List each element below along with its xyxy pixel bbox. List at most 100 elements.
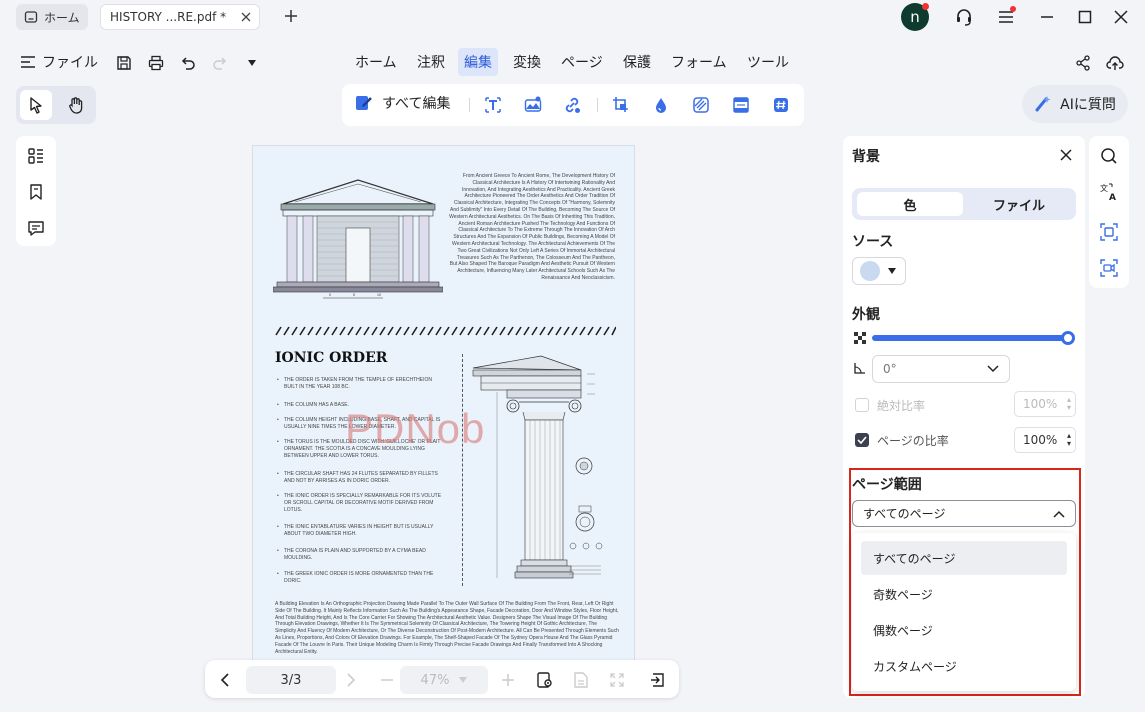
option-custom-pages[interactable]: カスタムページ bbox=[861, 649, 1067, 683]
file-menu[interactable]: ファイル bbox=[20, 52, 98, 72]
scan-ocr-icon[interactable] bbox=[1098, 221, 1120, 243]
option-even-pages[interactable]: 偶数ページ bbox=[861, 613, 1067, 647]
redo-icon[interactable] bbox=[209, 52, 231, 74]
temple-elevation-drawing: 0 5 10 bbox=[273, 176, 443, 301]
tab-convert[interactable]: 変換 bbox=[507, 48, 547, 76]
zoom-out-icon[interactable] bbox=[377, 670, 397, 690]
intro-paragraph: From Ancient Greece To Ancient Rome, The… bbox=[449, 173, 615, 281]
tab-home-menu[interactable]: ホーム bbox=[349, 48, 403, 76]
bookmark-icon[interactable] bbox=[24, 180, 48, 204]
translate-icon[interactable]: 文A bbox=[1098, 181, 1120, 203]
ai-sparkle-icon bbox=[1034, 95, 1052, 113]
bates-number-icon[interactable] bbox=[771, 95, 791, 115]
zoom-in-icon[interactable] bbox=[498, 670, 518, 690]
absolute-scale-checkbox[interactable] bbox=[855, 398, 869, 412]
next-page-icon[interactable] bbox=[341, 670, 361, 690]
close-icon[interactable] bbox=[241, 12, 251, 22]
headset-icon[interactable] bbox=[952, 5, 976, 29]
bullet-text: THE CORONA IS PLAIN AND SUPPORTED BY A C… bbox=[284, 548, 426, 561]
opacity-slider-track[interactable] bbox=[872, 335, 1068, 341]
stepper-arrows-icon: ▴ ▾ bbox=[1066, 395, 1071, 412]
segment-file[interactable]: ファイル bbox=[966, 192, 1072, 216]
thumbnail-panel-icon[interactable] bbox=[24, 144, 48, 168]
tab-form[interactable]: フォーム bbox=[665, 48, 733, 76]
page-view-icon[interactable] bbox=[535, 670, 555, 690]
toolbar-divider bbox=[469, 98, 470, 112]
edit-all-icon bbox=[354, 93, 374, 113]
bullet-item: • THE CORONA IS PLAIN AND SUPPORTED BY A … bbox=[277, 548, 426, 561]
tab-annotate[interactable]: 注釈 bbox=[411, 48, 451, 76]
print-icon[interactable] bbox=[145, 52, 167, 74]
fullscreen-icon[interactable] bbox=[607, 670, 627, 690]
color-swatch bbox=[860, 261, 880, 281]
save-icon[interactable] bbox=[113, 52, 135, 74]
appearance-section-title: 外観 bbox=[852, 307, 880, 323]
share-icon[interactable] bbox=[1072, 52, 1094, 74]
caret-down-icon bbox=[888, 268, 896, 274]
tab-page[interactable]: ページ bbox=[555, 48, 609, 76]
screen-record-icon[interactable] bbox=[1098, 257, 1120, 279]
edit-all-label: すべて編集 bbox=[382, 96, 451, 112]
option-all-pages[interactable]: すべてのページ bbox=[861, 541, 1067, 575]
page-scale-checkbox[interactable] bbox=[855, 433, 869, 447]
collapse-nav-icon[interactable] bbox=[648, 670, 668, 690]
toolbar-divider bbox=[597, 98, 598, 112]
watermark-icon[interactable] bbox=[651, 95, 671, 115]
bullet-text: THE CIRCULAR SHAFT HAS 24 FLUTES SEPARAT… bbox=[284, 471, 438, 484]
tab-tools[interactable]: ツール bbox=[741, 48, 795, 76]
absolute-scale-stepper[interactable]: 100% ▴ ▾ bbox=[1014, 391, 1076, 417]
header-footer-icon[interactable] bbox=[731, 95, 751, 115]
ai-ask-button[interactable]: AIに質問 bbox=[1022, 85, 1128, 123]
page-scale-stepper[interactable]: 100% ▴ ▾ bbox=[1014, 427, 1076, 453]
opacity-slider-thumb[interactable] bbox=[1061, 331, 1075, 345]
previous-page-icon[interactable] bbox=[215, 670, 235, 690]
color-picker[interactable] bbox=[852, 257, 906, 285]
cloud-upload-icon[interactable] bbox=[1104, 52, 1126, 74]
search-icon[interactable] bbox=[1098, 145, 1120, 167]
bullet-item: • THE ORDER IS TAKEN FROM THE TEMPLE OF E… bbox=[277, 377, 432, 390]
maximize-icon[interactable] bbox=[1073, 5, 1097, 29]
zoom-select[interactable]: 47% bbox=[400, 666, 488, 694]
tab-edit[interactable]: 編集 bbox=[458, 48, 498, 76]
select-cursor-icon[interactable] bbox=[20, 90, 52, 120]
opacity-icon bbox=[854, 332, 866, 344]
tab-home[interactable]: ホーム bbox=[16, 4, 88, 30]
close-window-icon[interactable] bbox=[1109, 5, 1133, 29]
footer-paragraph: A Building Elevation Is An Orthographic … bbox=[275, 601, 619, 655]
bullet-text: THE COLUMN HAS A BASE. bbox=[284, 402, 350, 408]
tab-protect[interactable]: 保護 bbox=[617, 48, 657, 76]
bullet-item: • THE IONIC ENTABLATURE VARIES IN HEIGHT … bbox=[277, 524, 434, 537]
page-range-select[interactable]: すべてのページ bbox=[852, 500, 1076, 527]
rotation-angle-icon bbox=[853, 362, 866, 375]
svg-text:0: 0 bbox=[329, 293, 331, 297]
add-text-icon[interactable] bbox=[483, 95, 503, 115]
hand-tool-icon[interactable] bbox=[60, 90, 92, 120]
undo-icon[interactable] bbox=[177, 52, 199, 74]
zoom-dropdown-icon bbox=[459, 677, 468, 683]
page-scale-label: ページの比率 bbox=[877, 434, 949, 448]
bullet-text: THE IONIC ENTABLATURE VARIES IN HEIGHT B… bbox=[284, 524, 434, 537]
close-panel-icon[interactable] bbox=[1057, 146, 1075, 164]
background-icon[interactable] bbox=[691, 95, 711, 115]
fit-page-icon[interactable] bbox=[571, 670, 591, 690]
crop-icon[interactable] bbox=[611, 95, 631, 115]
add-link-icon[interactable] bbox=[562, 95, 582, 115]
quick-access-dropdown-icon[interactable] bbox=[241, 52, 263, 74]
tab-document[interactable]: HISTORY ...RE.pdf * bbox=[100, 4, 260, 30]
edit-all-button[interactable]: すべて編集 bbox=[354, 93, 450, 113]
option-odd-pages[interactable]: 奇数ページ bbox=[861, 577, 1067, 611]
hamburger-icon bbox=[20, 55, 36, 69]
rotation-select[interactable]: 0° bbox=[872, 355, 1010, 383]
absolute-scale-value: 100% bbox=[1023, 397, 1058, 411]
segment-color[interactable]: 色 bbox=[857, 192, 963, 216]
background-panel-title: 背景 bbox=[852, 149, 880, 165]
svg-text:文: 文 bbox=[1100, 183, 1108, 193]
bullet-item: • THE IONIC ORDER IS SPECIALLY REMARKABLE… bbox=[277, 493, 442, 513]
page-indicator[interactable]: 3/3 bbox=[246, 666, 336, 694]
source-section-title: ソース bbox=[852, 234, 894, 250]
add-image-icon[interactable] bbox=[523, 95, 543, 115]
comment-icon[interactable] bbox=[24, 216, 48, 240]
minimize-icon[interactable] bbox=[1035, 5, 1059, 29]
watermark-text: PDNob bbox=[345, 405, 486, 452]
new-tab-plus-icon[interactable] bbox=[280, 5, 302, 27]
